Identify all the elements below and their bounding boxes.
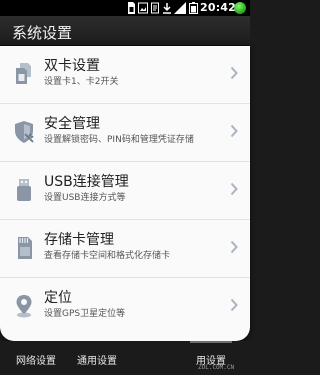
location-pin-icon	[16, 295, 32, 318]
notification-icon	[151, 2, 159, 14]
settings-item-usb[interactable]: USB连接管理 设置USB连接方式等	[0, 162, 250, 220]
settings-item-subtitle: 设置卡1、卡2开关	[44, 77, 119, 87]
chevron-right-icon	[230, 124, 238, 138]
page-title: 系统设置	[12, 24, 73, 42]
settings-item-dual-sim[interactable]: 双卡设置 设置卡1、卡2开关	[0, 46, 250, 104]
download-icon	[163, 3, 171, 14]
settings-item-subtitle: 设置USB连接方式等	[44, 193, 126, 203]
settings-item-title: 双卡设置	[44, 58, 100, 74]
battery-icon	[189, 2, 198, 14]
settings-item-subtitle: 查看存储卡空间和格式化存储卡	[44, 251, 171, 261]
settings-item-subtitle: 设置解锁密码、PIN码和管理凭证存储	[44, 135, 194, 145]
tab-general-settings[interactable]: 通用设置	[77, 352, 117, 367]
chevron-right-icon	[230, 240, 238, 254]
gallery-icon	[138, 2, 148, 14]
settings-item-title: 存储卡管理	[44, 232, 114, 248]
settings-list: 双卡设置 设置卡1、卡2开关 安全管理 设置解锁密码、PIN码和管理凭证存储 U…	[0, 46, 250, 341]
status-indicator-icon	[234, 2, 246, 14]
settings-item-subtitle: 设置GPS卫星定位等	[44, 309, 126, 319]
watermark: ZOL.COM.CN	[198, 364, 235, 371]
dual-sim-icon	[16, 63, 31, 84]
settings-item-title: 定位	[44, 290, 72, 306]
security-shield-icon	[15, 121, 34, 143]
settings-item-location[interactable]: 定位 设置GPS卫星定位等	[0, 278, 250, 336]
sd-card-icon	[18, 237, 32, 259]
bottom-tab-bar: 网络设置 通用设置 用设置 ZOL.COM.CN	[0, 341, 250, 375]
settings-item-title: USB连接管理	[44, 174, 129, 190]
title-bar: 系统设置	[0, 16, 250, 46]
settings-item-security[interactable]: 安全管理 设置解锁密码、PIN码和管理凭证存储	[0, 104, 250, 162]
tab-network-settings[interactable]: 网络设置	[16, 352, 56, 367]
sim-card-icon	[128, 2, 135, 14]
chevron-right-icon	[230, 182, 238, 196]
clock: 20:42	[200, 1, 237, 14]
settings-item-storage[interactable]: 存储卡管理 查看存储卡空间和格式化存储卡	[0, 220, 250, 278]
chevron-right-icon	[230, 298, 238, 312]
usb-icon	[17, 179, 31, 201]
status-bar: 20:42	[0, 0, 250, 16]
chevron-right-icon	[230, 66, 238, 80]
signal-icon	[174, 2, 186, 14]
settings-item-title: 安全管理	[44, 116, 100, 132]
